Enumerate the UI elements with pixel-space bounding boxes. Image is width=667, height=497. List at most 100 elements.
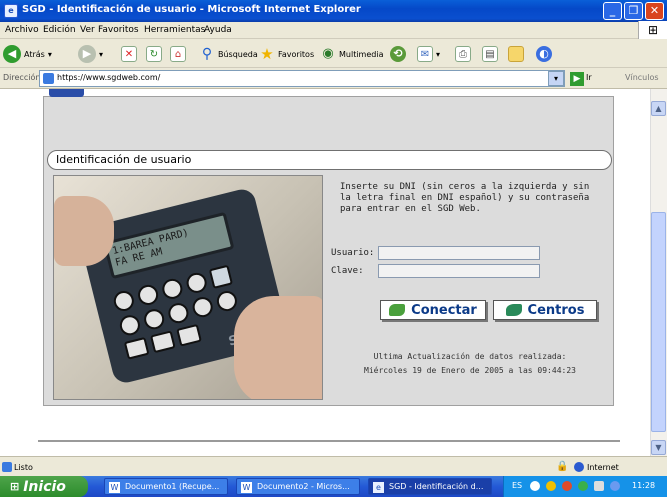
back-button[interactable]: ◀ Atrás ▾	[3, 45, 52, 63]
tray-icon[interactable]	[594, 481, 604, 491]
minimize-button[interactable]: _	[603, 2, 622, 20]
taskbar: ⊞ Inicio W Documento1 (Recupe... W Docum…	[0, 476, 667, 497]
device-key	[184, 270, 209, 295]
login-instructions: Inserte su DNI (sin ceros a la izquierda…	[340, 182, 590, 214]
usuario-input[interactable]	[378, 246, 540, 260]
folder-button[interactable]	[508, 45, 524, 63]
taskbar-item-active[interactable]: e SGD - Identificación d...	[368, 478, 492, 495]
hand-shape	[234, 296, 322, 399]
stop-icon: ✕	[121, 46, 137, 62]
go-button[interactable]: ▶	[570, 72, 584, 86]
chevron-down-icon: ▾	[553, 74, 558, 83]
refresh-button[interactable]: ↻	[146, 45, 162, 63]
lock-icon: 🔒	[556, 461, 569, 472]
device-key	[117, 313, 143, 338]
refresh-arrow-icon	[505, 304, 522, 316]
footer-divider	[38, 440, 620, 442]
system-tray: ES 11:28	[503, 476, 667, 497]
word-icon: W	[109, 482, 120, 493]
edit-button[interactable]: ▤	[482, 45, 498, 63]
tray-icon[interactable]	[546, 481, 556, 491]
menu-ver[interactable]: Ver	[80, 25, 95, 35]
history-button[interactable]: ⟲	[390, 45, 406, 63]
chevron-up-icon: ▲	[655, 104, 662, 113]
page-icon	[43, 73, 54, 84]
maximize-button[interactable]: ❐	[624, 2, 643, 20]
device-key	[142, 307, 167, 332]
tray-icon[interactable]	[530, 481, 540, 491]
clave-label: Clave:	[331, 266, 364, 276]
section-title: Identificación de usuario	[47, 150, 612, 170]
edit-icon: ▤	[482, 46, 498, 62]
taskbar-item-label: SGD - Identificación d...	[389, 482, 484, 491]
device-key	[214, 288, 240, 314]
forward-arrow-icon: ▶	[78, 45, 96, 63]
window-title-bar[interactable]: e SGD - Identificación de usuario - Micr…	[0, 0, 667, 22]
mail-icon: ✉	[417, 46, 433, 62]
dropdown-icon: ▾	[99, 49, 104, 59]
multimedia-button[interactable]: ◉ Multimedia	[320, 45, 383, 63]
taskbar-item[interactable]: W Documento1 (Recupe...	[104, 478, 228, 495]
tray-icon[interactable]	[578, 481, 588, 491]
device-key	[150, 330, 176, 354]
key-icon	[389, 304, 406, 316]
clave-input[interactable]	[378, 264, 540, 278]
usuario-label: Usuario:	[331, 248, 375, 258]
go-label[interactable]: Ir	[586, 73, 592, 82]
update-info: Ultima Actualización de datos realizada:…	[340, 350, 600, 378]
messenger-button[interactable]: ◐	[536, 45, 552, 63]
folder-icon	[508, 46, 524, 62]
clock: 11:28	[632, 481, 656, 490]
centros-button[interactable]: Centros	[493, 300, 597, 320]
search-button[interactable]: ⚲ Búsqueda	[199, 45, 258, 63]
device-key	[123, 336, 150, 360]
status-text: Listo	[14, 463, 33, 472]
page-icon	[2, 462, 12, 472]
messenger-icon: ◐	[536, 46, 552, 62]
scroll-down-button[interactable]: ▼	[651, 440, 666, 455]
close-icon: ✕	[649, 4, 660, 17]
device-key	[166, 301, 191, 326]
home-button[interactable]: ⌂	[170, 45, 186, 63]
menu-bar: Archivo Edición Ver Favoritos Herramient…	[0, 22, 667, 39]
update-line2: Miércoles 19 de Enero de 2005 a las 09:4…	[364, 366, 576, 375]
menu-archivo[interactable]: Archivo	[5, 25, 39, 35]
menu-herramientas[interactable]: Herramientas	[144, 25, 205, 35]
scroll-up-button[interactable]: ▲	[651, 101, 666, 116]
history-icon: ⟲	[390, 46, 406, 62]
minimize-icon: _	[609, 4, 616, 17]
back-arrow-icon: ◀	[3, 45, 21, 63]
device-key	[208, 264, 233, 289]
logo-fragment	[49, 89, 84, 97]
links-label[interactable]: Vínculos	[625, 73, 659, 82]
device-key	[111, 288, 136, 314]
search-label: Búsqueda	[218, 49, 258, 59]
taskbar-item[interactable]: W Documento2 - Micros...	[236, 478, 360, 495]
media-icon: ◉	[322, 46, 334, 61]
device-key	[135, 282, 161, 308]
window-title: SGD - Identificación de usuario - Micros…	[22, 4, 361, 15]
chevron-down-icon: ▼	[655, 443, 662, 452]
stop-button[interactable]: ✕	[121, 45, 137, 63]
tray-icon[interactable]	[562, 481, 572, 491]
search-icon: ⚲	[201, 46, 213, 62]
menu-favoritos[interactable]: Favoritos	[98, 25, 139, 35]
start-button[interactable]: ⊞ Inicio	[0, 476, 88, 497]
back-label: Atrás	[24, 49, 45, 59]
print-button[interactable]: ⎙	[455, 45, 471, 63]
tray-icon[interactable]	[610, 481, 620, 491]
mail-button[interactable]: ✉ ▾	[417, 45, 440, 63]
star-icon: ★	[260, 45, 274, 63]
address-url: https://www.sgdweb.com/	[57, 73, 161, 82]
menu-edicion[interactable]: Edición	[43, 25, 76, 35]
favorites-button[interactable]: ★ Favoritos	[259, 45, 314, 63]
hand-shape	[54, 196, 114, 266]
forward-button[interactable]: ▶ ▾	[78, 45, 103, 63]
globe-icon	[574, 462, 584, 472]
language-indicator[interactable]: ES	[512, 481, 522, 490]
menu-ayuda[interactable]: Ayuda	[204, 25, 232, 35]
close-button[interactable]: ✕	[645, 2, 664, 20]
conectar-button[interactable]: Conectar	[380, 300, 486, 320]
address-dropdown-button[interactable]: ▾	[548, 71, 564, 86]
scroll-thumb[interactable]	[651, 212, 666, 432]
